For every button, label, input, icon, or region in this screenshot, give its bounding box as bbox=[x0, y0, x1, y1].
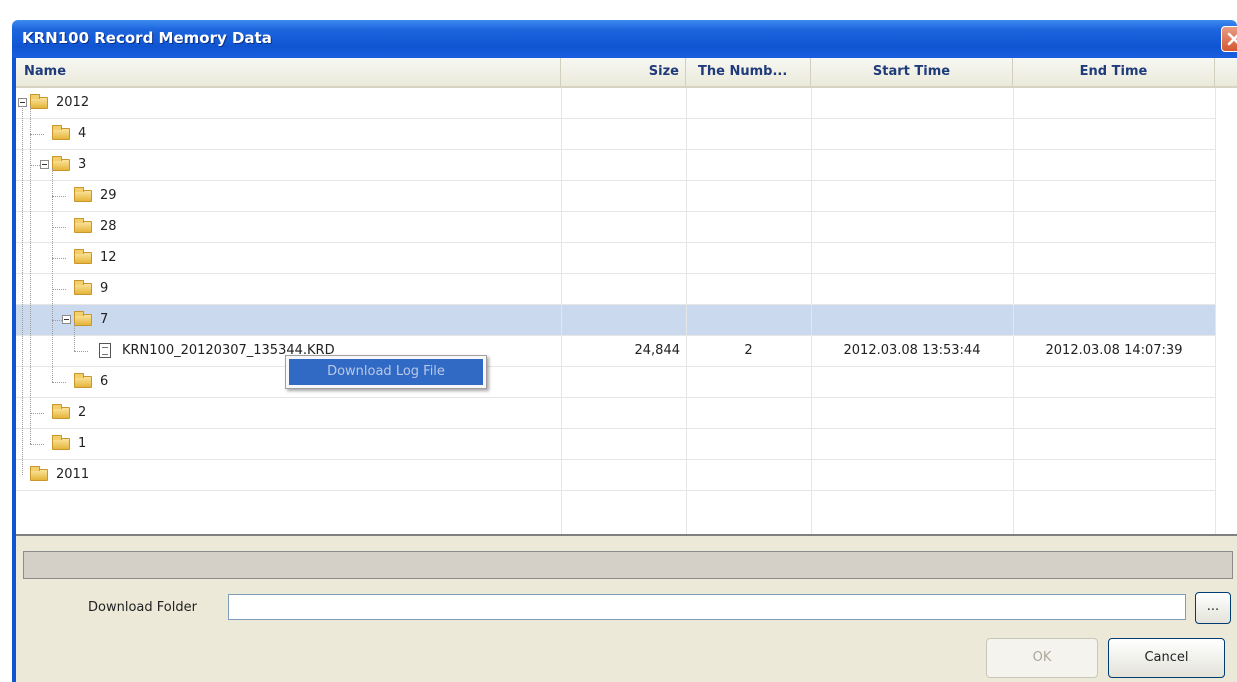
ok-button[interactable]: OK bbox=[986, 638, 1098, 678]
tree-item-label: 2 bbox=[78, 405, 87, 420]
tree-item-label: 4 bbox=[78, 126, 87, 141]
tree-item-label: 6 bbox=[100, 374, 109, 389]
tree-item-label: 29 bbox=[100, 188, 117, 203]
column-start-time[interactable]: Start Time bbox=[811, 58, 1013, 86]
column-end-time[interactable]: End Time bbox=[1013, 58, 1215, 86]
folder-icon bbox=[30, 94, 48, 109]
folder-icon bbox=[52, 125, 70, 140]
folder-row[interactable]: 29 bbox=[16, 181, 1215, 212]
close-icon bbox=[1227, 32, 1237, 46]
title-bar[interactable]: KRN100 Record Memory Data bbox=[12, 20, 1237, 58]
folder-row[interactable]: 28 bbox=[16, 212, 1215, 243]
collapse-toggle-icon[interactable] bbox=[62, 315, 71, 324]
tree-connector bbox=[52, 227, 66, 228]
grid-line bbox=[1215, 88, 1216, 534]
folder-icon bbox=[74, 280, 92, 295]
folder-row[interactable]: 2 bbox=[16, 398, 1215, 429]
folder-icon bbox=[74, 373, 92, 388]
grid-line bbox=[1013, 88, 1014, 534]
grid-line bbox=[561, 88, 562, 534]
record-memory-dialog: KRN100 Record Memory Data Name Size The … bbox=[0, 0, 1237, 682]
tree-guide-line bbox=[74, 323, 75, 351]
download-log-file-menu-item[interactable]: Download Log File bbox=[289, 359, 483, 385]
tree-connector bbox=[52, 196, 66, 197]
tree-guide-line bbox=[22, 106, 23, 475]
folder-row[interactable]: 7 bbox=[16, 305, 1215, 336]
column-header: Name Size The Numb... Start Time End Tim… bbox=[16, 58, 1237, 88]
tree-connector bbox=[30, 444, 44, 445]
folder-row[interactable]: 12 bbox=[16, 243, 1215, 274]
tree-item-label: 7 bbox=[100, 312, 109, 327]
grid-line bbox=[811, 88, 812, 534]
browse-button[interactable]: ... bbox=[1195, 592, 1231, 624]
folder-row[interactable]: 1 bbox=[16, 429, 1215, 460]
tree-connector bbox=[30, 413, 44, 414]
file-icon bbox=[99, 343, 111, 358]
folder-row[interactable]: 4 bbox=[16, 119, 1215, 150]
file-row[interactable]: KRN100_20120307_135344.KRD 24,844 2 2012.03… bbox=[16, 336, 1215, 367]
collapse-toggle-icon[interactable] bbox=[40, 160, 49, 169]
tree-item-label: 3 bbox=[78, 157, 87, 172]
folder-icon bbox=[52, 404, 70, 419]
tree-connector bbox=[52, 382, 66, 383]
file-start-time: 2012.03.08 13:53:44 bbox=[843, 343, 981, 358]
tree-item-label: 2011 bbox=[56, 467, 90, 482]
column-size[interactable]: Size bbox=[561, 58, 686, 86]
folder-icon bbox=[30, 466, 48, 481]
tree-guide-line bbox=[30, 106, 31, 444]
tree-guide-line bbox=[52, 168, 53, 382]
tree-connector bbox=[52, 289, 66, 290]
tree-item-label: 12 bbox=[100, 250, 117, 265]
tree-connector bbox=[74, 351, 88, 352]
folder-row[interactable]: 9 bbox=[16, 274, 1215, 305]
folder-row[interactable]: 2011 bbox=[16, 460, 1215, 491]
folder-icon bbox=[52, 156, 70, 171]
folder-icon bbox=[74, 187, 92, 202]
tree-item-label: 2012 bbox=[56, 95, 90, 110]
tree-item-label: 28 bbox=[100, 219, 117, 234]
folder-row[interactable]: 3 bbox=[16, 150, 1215, 181]
column-name[interactable]: Name bbox=[16, 58, 561, 86]
folder-icon bbox=[74, 249, 92, 264]
tree-connector bbox=[52, 258, 66, 259]
tree-item-label: 9 bbox=[100, 281, 109, 296]
progress-bar bbox=[23, 551, 1233, 579]
file-tree-list[interactable]: Name Size The Numb... Start Time End Tim… bbox=[16, 58, 1237, 536]
cancel-button[interactable]: Cancel bbox=[1108, 638, 1225, 678]
folder-icon bbox=[74, 218, 92, 233]
context-menu: Download Log File bbox=[285, 355, 487, 389]
folder-row[interactable]: 2012 bbox=[16, 88, 1215, 119]
close-button[interactable] bbox=[1221, 26, 1237, 52]
folder-icon bbox=[52, 435, 70, 450]
folder-row[interactable]: 6 bbox=[16, 367, 1215, 398]
file-end-time: 2012.03.08 14:07:39 bbox=[1045, 343, 1183, 358]
folder-icon bbox=[74, 311, 92, 326]
window-title: KRN100 Record Memory Data bbox=[22, 29, 272, 47]
column-number[interactable]: The Numb... bbox=[686, 58, 811, 86]
tree-item-label: 1 bbox=[78, 436, 87, 451]
download-folder-input[interactable] bbox=[228, 594, 1186, 620]
file-count: 2 bbox=[744, 343, 753, 358]
file-size: 24,844 bbox=[634, 343, 681, 358]
tree-connector bbox=[30, 134, 44, 135]
grid-line bbox=[686, 88, 687, 534]
download-folder-label: Download Folder bbox=[88, 600, 197, 615]
